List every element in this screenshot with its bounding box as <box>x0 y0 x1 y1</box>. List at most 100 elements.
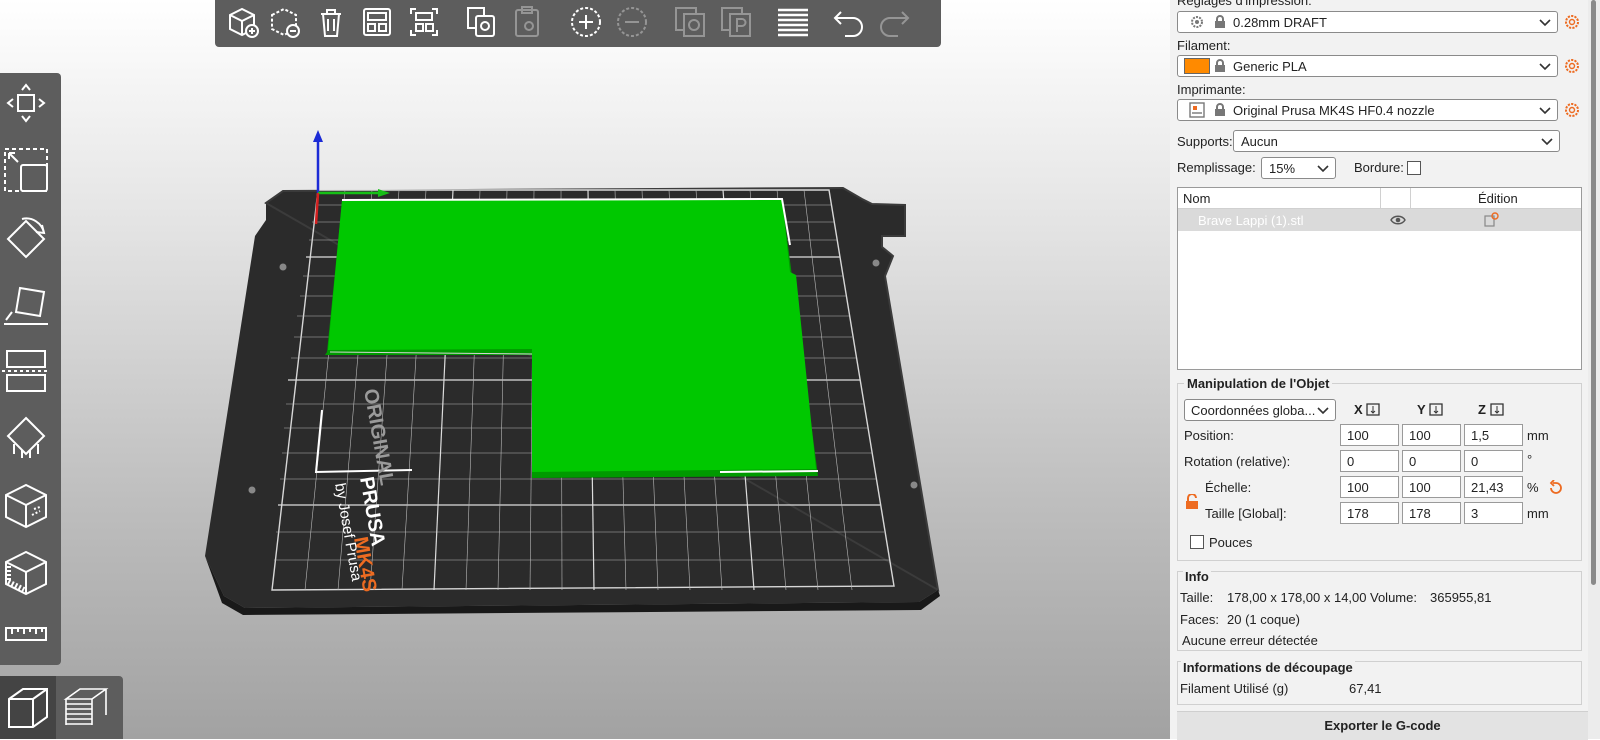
list-item[interactable]: Brave Lappi (1).stl <box>1178 209 1581 231</box>
scale-label: Échelle: <box>1205 480 1252 495</box>
rotation-label: Rotation (relative): <box>1184 454 1291 469</box>
print-settings-gear-icon[interactable] <box>1564 14 1580 30</box>
eye-icon[interactable] <box>1390 214 1406 226</box>
supports-value: Aucun <box>1241 134 1278 149</box>
scrollbar-thumb[interactable] <box>1591 0 1596 585</box>
object-list-header: Nom Édition <box>1178 188 1581 209</box>
infill-value: 15% <box>1269 161 1296 176</box>
brim-checkbox[interactable] <box>1407 161 1421 175</box>
column-edit[interactable]: Édition <box>1478 191 1518 206</box>
chevron-down-icon <box>1317 165 1329 173</box>
reset-scale-icon[interactable] <box>1548 480 1564 496</box>
slicing-title: Informations de découpage <box>1181 660 1355 675</box>
axis-y-label: Y <box>1417 402 1426 417</box>
panel-scrollbar[interactable] <box>1588 0 1600 739</box>
printer-select[interactable]: Original Prusa MK4S HF0.4 nozzle <box>1177 99 1558 121</box>
position-label: Position: <box>1184 428 1234 443</box>
info-size-label: Taille: <box>1180 590 1214 605</box>
rotation-x-input[interactable]: 0 <box>1340 450 1399 472</box>
split-objects-icon[interactable] <box>670 2 710 42</box>
export-gcode-button[interactable]: Exporter le G-code <box>1177 711 1588 740</box>
printer-value: Original Prusa MK4S HF0.4 nozzle <box>1233 103 1435 118</box>
coordinates-value: Coordonnées globa... <box>1191 403 1316 418</box>
info-errors: Aucune erreur détectée <box>1182 633 1318 648</box>
drop-to-bed-icon[interactable] <box>1490 403 1504 416</box>
size-label: Taille [Global]: <box>1205 506 1287 521</box>
inches-label: Pouces <box>1209 535 1253 550</box>
preview-icon[interactable] <box>58 676 114 739</box>
position-z-input[interactable]: 1,5 <box>1464 424 1523 446</box>
filament-label: Filament: <box>1177 38 1231 53</box>
scale-z-input[interactable]: 21,43 <box>1464 476 1523 498</box>
move-icon[interactable] <box>0 75 52 131</box>
info-volume-value: 365955,81 <box>1430 590 1492 605</box>
info-faces-value: 20 (1 coque) <box>1227 612 1300 627</box>
edit-settings-icon[interactable] <box>1483 212 1499 228</box>
lock-icon <box>1215 15 1225 28</box>
chevron-down-icon <box>1539 19 1551 27</box>
layers-editing-icon[interactable] <box>773 2 813 42</box>
object-list: Nom Édition Brave Lappi (1).stl <box>1177 187 1582 370</box>
printer-gear-icon[interactable] <box>1564 102 1580 118</box>
unlock-icon[interactable] <box>1185 494 1199 510</box>
split-parts-icon[interactable] <box>716 2 756 42</box>
position-y-input[interactable]: 100 <box>1402 424 1461 446</box>
position-unit: mm <box>1527 428 1549 443</box>
supports-select[interactable]: Aucun <box>1233 130 1560 152</box>
split-icon[interactable] <box>404 2 444 42</box>
chevron-down-icon <box>1317 407 1329 415</box>
delete-icon[interactable] <box>265 2 305 42</box>
filament-select[interactable]: Generic PLA <box>1177 55 1558 77</box>
rotation-y-input[interactable]: 0 <box>1402 450 1461 472</box>
filament-used-label: Filament Utilisé (g) <box>1180 681 1289 696</box>
info-title: Info <box>1183 569 1211 584</box>
paste-icon[interactable] <box>507 2 547 42</box>
measure-icon[interactable] <box>0 606 52 662</box>
drop-to-bed-icon[interactable] <box>1366 403 1380 416</box>
add-icon[interactable] <box>223 2 263 42</box>
remove-instance-icon[interactable] <box>612 2 652 42</box>
rotate-icon[interactable] <box>0 209 52 265</box>
print-settings-label: Réglages d'impression: <box>1177 0 1312 8</box>
paint-supports-icon[interactable] <box>0 410 52 466</box>
chevron-down-icon <box>1539 107 1551 115</box>
arrange-icon[interactable] <box>357 2 397 42</box>
coordinates-select[interactable]: Coordonnées globa... <box>1184 399 1336 421</box>
inches-checkbox[interactable] <box>1190 535 1204 549</box>
place-on-face-icon[interactable] <box>0 276 52 332</box>
redo-icon[interactable] <box>874 2 914 42</box>
printer-label: Imprimante: <box>1177 82 1246 97</box>
3d-viewport[interactable]: ORIGINAL PRUSA MK4S by Josef Prusa <box>0 0 1170 739</box>
undo-icon[interactable] <box>829 2 869 42</box>
drop-to-bed-icon[interactable] <box>1429 403 1443 416</box>
add-instance-icon[interactable] <box>566 2 606 42</box>
delete-all-icon[interactable] <box>311 2 351 42</box>
3d-view-icon[interactable] <box>0 676 56 739</box>
infill-label: Remplissage: <box>1177 160 1256 175</box>
profile-gear-icon <box>1191 16 1203 28</box>
lock-icon <box>1215 59 1225 72</box>
infill-select[interactable]: 15% <box>1261 157 1336 179</box>
chevron-down-icon <box>1541 138 1553 146</box>
filament-gear-icon[interactable] <box>1564 58 1580 74</box>
cut-icon[interactable] <box>0 343 52 399</box>
manipulation-title: Manipulation de l'Objet <box>1184 376 1333 391</box>
seam-icon[interactable] <box>0 477 52 533</box>
copy-icon[interactable] <box>461 2 501 42</box>
size-x-input[interactable]: 178 <box>1340 502 1399 524</box>
size-unit: mm <box>1527 506 1549 521</box>
scale-y-input[interactable]: 100 <box>1402 476 1461 498</box>
filament-used-value: 67,41 <box>1349 681 1382 696</box>
rotation-z-input[interactable]: 0 <box>1464 450 1523 472</box>
mmu-paint-icon[interactable] <box>0 544 52 600</box>
3d-scene[interactable]: ORIGINAL PRUSA MK4S by Josef Prusa <box>0 0 1170 739</box>
filament-color-swatch <box>1184 58 1210 74</box>
scale-icon[interactable] <box>0 141 52 197</box>
scale-x-input[interactable]: 100 <box>1340 476 1399 498</box>
size-z-input[interactable]: 3 <box>1464 502 1523 524</box>
size-y-input[interactable]: 178 <box>1402 502 1461 524</box>
print-profile-select[interactable]: 0.28mm DRAFT <box>1177 11 1558 33</box>
position-x-input[interactable]: 100 <box>1340 424 1399 446</box>
column-name[interactable]: Nom <box>1183 191 1210 206</box>
rotation-unit: ° <box>1527 452 1533 467</box>
